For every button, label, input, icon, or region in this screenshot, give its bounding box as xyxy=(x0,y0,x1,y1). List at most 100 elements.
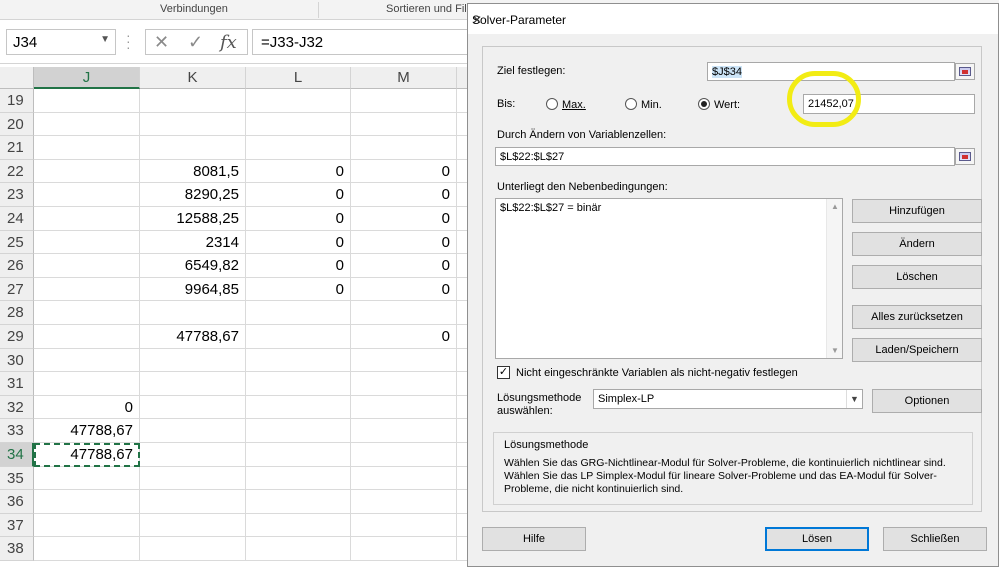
table-cell[interactable] xyxy=(246,112,351,137)
chevron-down-icon[interactable]: ▼ xyxy=(100,34,110,45)
table-cell[interactable] xyxy=(246,89,351,113)
options-button[interactable]: Optionen xyxy=(872,389,982,413)
row-header[interactable]: 38 xyxy=(0,537,34,561)
change-button[interactable]: Ändern xyxy=(852,232,982,256)
row-header[interactable]: 28 xyxy=(0,301,34,325)
solve-button[interactable]: Lösen xyxy=(765,527,869,551)
cancel-icon[interactable]: ✕ xyxy=(154,32,169,53)
insert-function-icon[interactable]: fx xyxy=(220,32,237,53)
table-cell[interactable] xyxy=(246,513,351,538)
table-cell[interactable] xyxy=(246,325,351,349)
table-cell[interactable]: 0 xyxy=(351,325,457,349)
table-cell[interactable]: 47788,67 xyxy=(140,325,246,349)
table-cell[interactable] xyxy=(140,89,246,113)
table-cell[interactable] xyxy=(140,466,246,491)
table-cell[interactable] xyxy=(351,348,457,373)
help-button[interactable]: Hilfe xyxy=(482,527,586,551)
table-cell[interactable] xyxy=(246,136,351,160)
row-header[interactable]: 36 xyxy=(0,490,34,514)
table-cell[interactable]: 0 xyxy=(351,183,457,207)
table-cell[interactable] xyxy=(246,301,351,325)
close-icon[interactable]: ✕ xyxy=(472,13,992,27)
method-select[interactable]: Simplex-LP ▼ xyxy=(593,389,863,409)
column-header-j[interactable]: J xyxy=(34,67,140,89)
column-header-k[interactable]: K xyxy=(140,67,246,89)
table-cell[interactable]: 47788,67 xyxy=(34,443,140,467)
table-cell[interactable] xyxy=(351,419,457,443)
row-header[interactable]: 34 xyxy=(0,443,34,467)
radio-value[interactable] xyxy=(698,98,710,110)
table-cell[interactable]: 12588,25 xyxy=(140,207,246,231)
table-cell[interactable]: 0 xyxy=(351,254,457,278)
scroll-up-icon[interactable]: ▲ xyxy=(831,202,839,211)
table-cell[interactable] xyxy=(246,395,351,420)
table-cell[interactable] xyxy=(351,513,457,538)
radio-min[interactable] xyxy=(625,98,637,110)
add-button[interactable]: Hinzufügen xyxy=(852,199,982,223)
table-cell[interactable]: 0 xyxy=(246,230,351,255)
row-header[interactable]: 35 xyxy=(0,466,34,491)
table-cell[interactable] xyxy=(351,490,457,514)
table-cell[interactable] xyxy=(34,537,140,561)
table-cell[interactable]: 0 xyxy=(246,183,351,207)
table-cell[interactable] xyxy=(246,372,351,396)
table-cell[interactable] xyxy=(140,112,246,137)
table-cell[interactable] xyxy=(140,490,246,514)
reset-all-button[interactable]: Alles zurücksetzen xyxy=(852,305,982,329)
table-cell[interactable]: 0 xyxy=(34,395,140,420)
scrollbar[interactable]: ▲ ▼ xyxy=(826,199,842,358)
table-cell[interactable] xyxy=(34,301,140,325)
row-header[interactable]: 22 xyxy=(0,159,34,184)
row-header[interactable]: 21 xyxy=(0,136,34,160)
nonneg-checkbox[interactable]: ✓ xyxy=(497,366,510,379)
table-cell[interactable]: 2314 xyxy=(140,230,246,255)
table-cell[interactable]: 8290,25 xyxy=(140,183,246,207)
table-cell[interactable] xyxy=(34,325,140,349)
column-header-l[interactable]: L xyxy=(246,67,351,89)
table-cell[interactable]: 0 xyxy=(351,159,457,184)
close-button[interactable]: Schließen xyxy=(883,527,987,551)
row-header[interactable]: 25 xyxy=(0,230,34,255)
load-save-button[interactable]: Laden/Speichern xyxy=(852,338,982,362)
table-cell[interactable] xyxy=(351,89,457,113)
select-all-corner[interactable] xyxy=(0,67,34,89)
table-cell[interactable] xyxy=(34,513,140,538)
table-cell[interactable] xyxy=(351,372,457,396)
row-header[interactable]: 19 xyxy=(0,89,34,113)
constraints-list[interactable]: $L$22:$L$27 = binär ▲ ▼ xyxy=(495,198,843,359)
table-cell[interactable]: 0 xyxy=(246,254,351,278)
table-cell[interactable] xyxy=(246,348,351,373)
table-cell[interactable] xyxy=(351,537,457,561)
table-cell[interactable] xyxy=(351,443,457,467)
collapse-dialog-icon[interactable] xyxy=(955,63,975,80)
table-cell[interactable] xyxy=(140,513,246,538)
table-cell[interactable] xyxy=(34,112,140,137)
table-cell[interactable] xyxy=(246,443,351,467)
table-cell[interactable] xyxy=(246,419,351,443)
table-cell[interactable] xyxy=(140,348,246,373)
table-cell[interactable] xyxy=(351,112,457,137)
table-cell[interactable] xyxy=(34,89,140,113)
radio-max[interactable] xyxy=(546,98,558,110)
table-cell[interactable] xyxy=(351,136,457,160)
table-cell[interactable] xyxy=(34,207,140,231)
row-header[interactable]: 20 xyxy=(0,112,34,137)
table-cell[interactable] xyxy=(34,348,140,373)
table-cell[interactable] xyxy=(246,537,351,561)
table-cell[interactable]: 0 xyxy=(246,159,351,184)
drag-handle-icon[interactable]: · · · xyxy=(126,28,131,54)
row-header[interactable]: 23 xyxy=(0,183,34,207)
row-header[interactable]: 32 xyxy=(0,395,34,420)
table-cell[interactable]: 0 xyxy=(246,207,351,231)
table-cell[interactable] xyxy=(34,254,140,278)
table-cell[interactable] xyxy=(34,372,140,396)
table-cell[interactable] xyxy=(351,301,457,325)
row-header[interactable]: 26 xyxy=(0,254,34,278)
table-cell[interactable] xyxy=(34,490,140,514)
changing-cells-input[interactable]: $L$22:$L$27 xyxy=(495,147,955,166)
column-header-m[interactable]: M xyxy=(351,67,457,89)
enter-icon[interactable]: ✓ xyxy=(188,32,203,53)
table-cell[interactable] xyxy=(140,537,246,561)
table-cell[interactable]: 0 xyxy=(351,207,457,231)
collapse-dialog-icon-2[interactable] xyxy=(955,148,975,165)
